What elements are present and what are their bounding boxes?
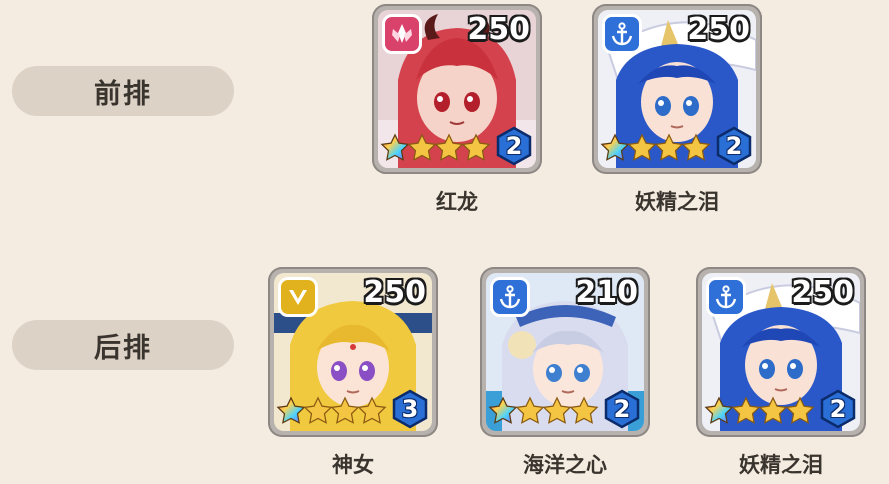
- rank-number: 2: [829, 395, 847, 423]
- anchor-icon: [706, 277, 746, 317]
- gold-star-icon: [515, 396, 545, 424]
- gold-star-icon: [330, 396, 360, 424]
- rank-badge: 2: [818, 389, 858, 429]
- gold-star-icon: [627, 133, 657, 161]
- hero-portrait-frame: 210 2: [486, 273, 644, 431]
- back-row-label: 后排: [12, 320, 234, 370]
- hero-name: 海洋之心: [523, 453, 607, 477]
- gold-star-icon: [434, 133, 464, 161]
- front-row-label: 前排: [12, 66, 234, 116]
- gold-star-icon: [731, 396, 761, 424]
- hero-portrait-frame: 250 2: [702, 273, 860, 431]
- rainbow-star-icon: [276, 396, 306, 424]
- star-rating: [600, 131, 711, 165]
- star-rating: [276, 394, 387, 428]
- gold-star-icon: [303, 396, 333, 424]
- hero-level: 250: [467, 12, 530, 47]
- front-row-label-text: 前排: [94, 78, 152, 110]
- flower-crystal-icon: [382, 14, 422, 54]
- gold-star-icon: [407, 133, 437, 161]
- back-row-label-text: 后排: [94, 332, 152, 364]
- hero-name: 红龙: [436, 190, 478, 214]
- hero-card-ocean-heart[interactable]: 210 2: [480, 267, 650, 437]
- hero-name: 妖精之泪: [739, 453, 823, 477]
- rank-badge: 3: [390, 389, 430, 429]
- rank-number: 2: [505, 132, 523, 160]
- hero-level: 250: [687, 12, 750, 47]
- hero-level: 210: [575, 275, 638, 310]
- star-rating: [704, 394, 815, 428]
- hero-portrait-frame: 250 3: [274, 273, 432, 431]
- rank-number: 2: [725, 132, 743, 160]
- hero-portrait-frame: 250 2: [378, 10, 536, 168]
- rank-badge: 2: [602, 389, 642, 429]
- hero-card-fairy-tear[interactable]: 250 2: [696, 267, 866, 437]
- hero-level: 250: [791, 275, 854, 310]
- gold-star-icon: [785, 396, 815, 424]
- rainbow-star-icon: [488, 396, 518, 424]
- hero-name: 神女: [332, 453, 374, 477]
- gold-star-icon: [758, 396, 788, 424]
- anchor-icon: [490, 277, 530, 317]
- gold-star-icon: [569, 396, 599, 424]
- rank-number: 2: [613, 395, 631, 423]
- gold-star-icon: [461, 133, 491, 161]
- gold-star-icon: [654, 133, 684, 161]
- anchor-icon: [602, 14, 642, 54]
- rank-number: 3: [401, 395, 419, 423]
- hero-card-goddess[interactable]: 250 3: [268, 267, 438, 437]
- rainbow-star-icon: [380, 133, 410, 161]
- hero-portrait-frame: 250 2: [598, 10, 756, 168]
- hero-card-fairy-tear[interactable]: 250 2: [592, 4, 762, 174]
- gold-star-icon: [357, 396, 387, 424]
- star-rating: [488, 394, 599, 428]
- hero-card-red-dragon[interactable]: 250 2: [372, 4, 542, 174]
- rank-badge: 2: [714, 126, 754, 166]
- star-rating: [380, 131, 491, 165]
- rainbow-star-icon: [600, 133, 630, 161]
- rank-badge: 2: [494, 126, 534, 166]
- hero-level: 250: [363, 275, 426, 310]
- gold-star-icon: [542, 396, 572, 424]
- chevron-v-icon: [278, 277, 318, 317]
- gold-star-icon: [681, 133, 711, 161]
- hero-name: 妖精之泪: [635, 190, 719, 214]
- rainbow-star-icon: [704, 396, 734, 424]
